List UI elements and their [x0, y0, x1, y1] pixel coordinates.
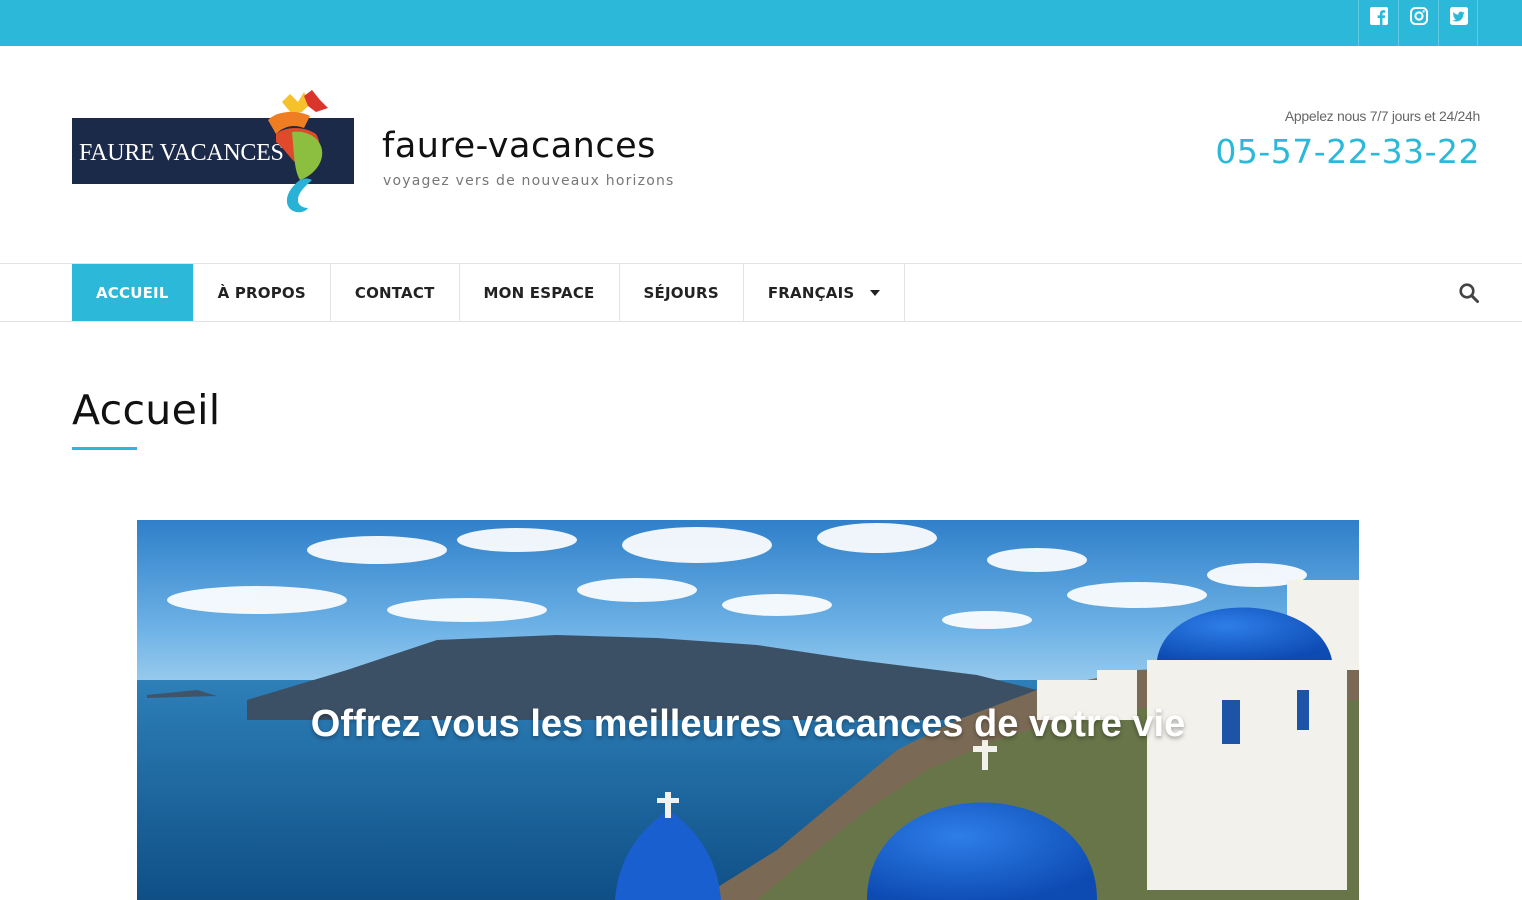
- search-icon: [1459, 283, 1479, 303]
- social-links: [1358, 0, 1478, 46]
- nav-item-label: SÉJOURS: [643, 283, 719, 302]
- site-tagline: voyagez vers de nouveaux horizons: [383, 173, 675, 189]
- nav-item-contact[interactable]: CONTACT: [331, 264, 460, 321]
- twitter-icon: [1450, 7, 1468, 25]
- svg-text:FAURE VACANCES: FAURE VACANCES: [79, 140, 284, 166]
- instagram-link[interactable]: [1398, 0, 1438, 46]
- call-label: Appelez nous 7/7 jours et 24/24h: [1284, 108, 1480, 124]
- site-title[interactable]: faure-vacances: [382, 126, 656, 166]
- nav-item-label: À PROPOS: [217, 283, 306, 302]
- twitter-link[interactable]: [1438, 0, 1478, 46]
- main-navigation: ACCUEIL À PROPOS CONTACT MON ESPACE SÉJO…: [0, 263, 1522, 322]
- nav-item-language[interactable]: FRANÇAIS: [744, 264, 906, 321]
- phone-number[interactable]: 05-57-22-33-22: [1215, 132, 1480, 171]
- search-button[interactable]: [1458, 282, 1480, 304]
- hero-banner: Offrez vous les meilleures vacances de v…: [137, 520, 1359, 900]
- top-bar: [0, 0, 1522, 46]
- nav-item-accueil[interactable]: ACCUEIL: [72, 264, 194, 321]
- nav-item-label: MON ESPACE: [483, 283, 595, 302]
- instagram-icon: [1410, 7, 1428, 25]
- hero-headline: Offrez vous les meilleures vacances de v…: [310, 703, 1186, 745]
- nav-item-mon-espace[interactable]: MON ESPACE: [460, 264, 620, 321]
- facebook-icon: [1370, 7, 1388, 25]
- title-underline: [72, 447, 137, 450]
- page-title: Accueil: [72, 386, 221, 434]
- nav-item-a-propos[interactable]: À PROPOS: [194, 264, 331, 321]
- facebook-link[interactable]: [1358, 0, 1398, 46]
- site-logo[interactable]: FAURE VACANCES: [72, 90, 356, 216]
- nav-item-sejours[interactable]: SÉJOURS: [620, 264, 744, 321]
- nav-item-label: CONTACT: [354, 283, 435, 302]
- nav-item-label: ACCUEIL: [96, 283, 169, 302]
- nav-item-label: FRANÇAIS: [767, 283, 855, 302]
- chevron-down-icon: [870, 289, 881, 296]
